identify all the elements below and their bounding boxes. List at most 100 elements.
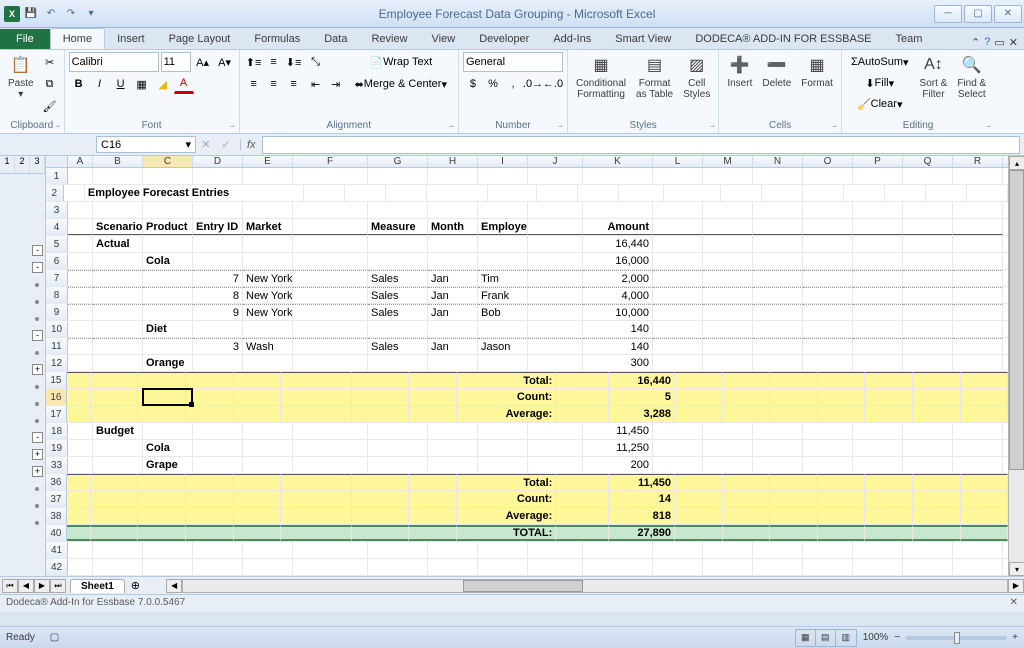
cell[interactable] (93, 338, 143, 354)
cell[interactable] (528, 304, 583, 320)
row-head[interactable]: 8 (46, 287, 68, 303)
cell[interactable] (68, 202, 93, 218)
cell[interactable] (913, 491, 961, 507)
cell[interactable]: 11,450 (583, 423, 653, 439)
cell[interactable] (903, 236, 953, 252)
insert-cells-button[interactable]: ➕Insert (723, 52, 756, 91)
cell[interactable] (903, 355, 953, 371)
horizontal-scrollbar[interactable] (182, 579, 1008, 593)
cell[interactable] (903, 338, 953, 354)
cell[interactable] (865, 372, 913, 388)
cell[interactable] (865, 389, 913, 405)
cell[interactable] (753, 253, 803, 269)
cell[interactable]: 11,250 (583, 440, 653, 456)
cell[interactable] (138, 372, 186, 388)
cell[interactable] (91, 474, 139, 490)
sheet-nav-next[interactable]: ▶ (34, 579, 50, 593)
cell[interactable] (243, 440, 293, 456)
cell[interactable]: 11,450 (609, 474, 675, 490)
cell[interactable]: Jan (428, 304, 478, 320)
cell[interactable] (478, 440, 528, 456)
qat-redo-icon[interactable]: ↷ (62, 5, 80, 23)
decrease-decimal-button[interactable]: ←.0 (543, 74, 563, 94)
cell[interactable] (428, 355, 478, 371)
cell[interactable] (93, 270, 143, 286)
cell[interactable] (753, 202, 803, 218)
cell[interactable] (903, 270, 953, 286)
cell[interactable]: Total: (457, 372, 556, 388)
cell[interactable] (243, 542, 293, 558)
macro-record-icon[interactable]: ▢ (50, 632, 59, 643)
cell[interactable] (953, 440, 1003, 456)
cell[interactable] (409, 508, 457, 524)
cell[interactable] (961, 389, 1009, 405)
cell[interactable] (753, 338, 803, 354)
delete-cells-button[interactable]: ➖Delete (758, 52, 795, 91)
cell[interactable] (143, 236, 193, 252)
cell[interactable]: 27,890 (609, 525, 675, 541)
fx-icon[interactable]: fx (240, 139, 262, 151)
cell[interactable]: Frank (478, 287, 528, 303)
qat-save-icon[interactable]: 💾 (22, 5, 40, 23)
cell[interactable] (293, 202, 368, 218)
cell[interactable] (961, 525, 1009, 541)
cell[interactable] (234, 525, 282, 541)
cell[interactable] (67, 372, 91, 388)
col-head-M[interactable]: M (703, 156, 753, 167)
cell[interactable] (352, 372, 409, 388)
cell[interactable] (93, 457, 143, 473)
cell[interactable] (91, 389, 139, 405)
cell[interactable]: Scenario (93, 219, 143, 235)
align-center-button[interactable]: ≡ (264, 74, 284, 94)
cell[interactable]: Budget (93, 423, 143, 439)
orientation-button[interactable]: ⤡ (306, 52, 326, 72)
cell[interactable] (903, 304, 953, 320)
cell[interactable] (68, 236, 93, 252)
cell[interactable] (143, 542, 193, 558)
cell[interactable] (653, 219, 703, 235)
cell[interactable] (368, 542, 428, 558)
cell[interactable] (703, 321, 753, 337)
cell[interactable] (913, 406, 961, 422)
cell[interactable] (68, 542, 93, 558)
cell[interactable] (68, 457, 93, 473)
cell[interactable]: Jan (428, 338, 478, 354)
copy-button[interactable]: ⧉ (40, 74, 60, 94)
cell[interactable] (64, 185, 85, 201)
cell[interactable] (853, 253, 903, 269)
cell[interactable] (143, 559, 193, 575)
cell[interactable] (753, 457, 803, 473)
cell[interactable] (653, 168, 703, 184)
col-head-O[interactable]: O (803, 156, 853, 167)
tab-dodeca[interactable]: DODECA® ADD-IN FOR ESSBASE (683, 29, 883, 49)
cell[interactable] (913, 525, 961, 541)
zoom-level[interactable]: 100% (863, 632, 889, 643)
cell[interactable] (293, 168, 368, 184)
row-head[interactable]: 12 (46, 355, 68, 371)
ribbon-minimize-icon[interactable]: ⌃ (971, 36, 980, 49)
window-restore-icon[interactable]: ▭ (994, 36, 1004, 49)
maximize-button[interactable]: ▢ (964, 5, 992, 23)
cell[interactable] (961, 474, 1009, 490)
cell[interactable] (953, 559, 1003, 575)
cell[interactable] (583, 168, 653, 184)
cell[interactable] (528, 457, 583, 473)
cell[interactable]: 5 (609, 389, 675, 405)
cell[interactable] (953, 253, 1003, 269)
col-head-F[interactable]: F (293, 156, 368, 167)
cell[interactable]: TOTAL: (457, 525, 556, 541)
cell[interactable]: Cola (143, 440, 193, 456)
cell[interactable] (281, 525, 352, 541)
cell[interactable] (293, 236, 368, 252)
cell[interactable] (93, 168, 143, 184)
cell[interactable] (293, 423, 368, 439)
cell[interactable]: Wash (243, 338, 293, 354)
cell[interactable] (770, 508, 818, 524)
wrap-text-button[interactable]: 📄 Wrap Text (348, 52, 454, 72)
cell[interactable] (186, 389, 234, 405)
row-head[interactable]: 38 (46, 508, 67, 524)
row-head[interactable]: 42 (46, 559, 68, 575)
tab-data[interactable]: Data (312, 29, 359, 49)
cell[interactable] (703, 304, 753, 320)
cell[interactable] (428, 457, 478, 473)
